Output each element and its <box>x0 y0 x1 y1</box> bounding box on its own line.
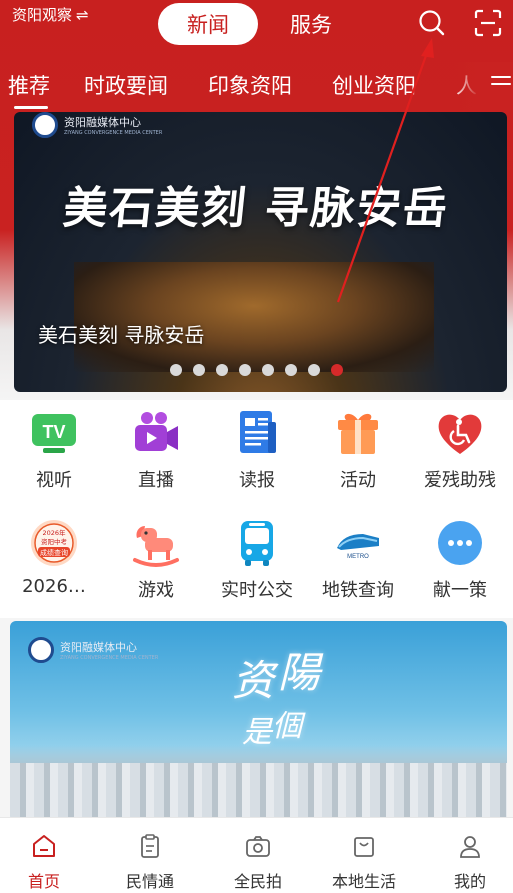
feature-card[interactable]: 资阳融媒体中心 ZIYANG CONVERGENCE MEDIA CENTER … <box>10 621 507 821</box>
accessibility-heart-icon <box>435 408 485 458</box>
banner-image <box>74 262 434 372</box>
tv-icon: TV <box>29 408 79 458</box>
grid-item-label: 爱残助残 <box>424 470 496 491</box>
nav-label: 民情通 <box>125 872 174 891</box>
grid-item-label: 活动 <box>340 470 376 491</box>
carousel-dot[interactable] <box>216 364 228 376</box>
feature-calligraphy-1: 资 <box>232 656 275 705</box>
top-bar: 资阳观察 ⇌ 新闻 服务 <box>0 0 513 58</box>
search-icon <box>419 10 445 36</box>
scan-icon <box>474 9 502 37</box>
nav-public-opinion[interactable]: 民情通 <box>100 818 200 893</box>
clipboard-icon <box>141 834 159 858</box>
grid-item-label: 读报 <box>239 470 275 491</box>
banner-logo: 资阳融媒体中心 ZIYANG CONVERGENCE MEDIA CENTER <box>32 112 162 138</box>
nav-local-life[interactable]: 本地生活 <box>314 818 414 893</box>
feature-logo-sub: ZIYANG CONVERGENCE MEDIA CENTER <box>60 655 159 661</box>
gift-icon <box>333 408 383 458</box>
grid-item-metro[interactable]: METRO 地铁查询 <box>308 510 408 615</box>
city-skyline-image <box>10 745 507 821</box>
grid-item-newspaper[interactable]: 读报 <box>207 400 307 505</box>
category-tab-recommend[interactable]: 推荐 <box>8 70 50 109</box>
grid-item-label: 实时公交 <box>221 580 293 601</box>
feature-logo-text: 资阳融媒体中心 <box>60 641 137 654</box>
grid-item-realtime-bus[interactable]: 实时公交 <box>207 510 307 615</box>
shopping-bag-icon <box>354 837 374 857</box>
banner-logo-sub: ZIYANG CONVERGENCE MEDIA CENTER <box>64 130 163 136</box>
svg-text:TV: TV <box>42 422 65 442</box>
metro-icon: METRO <box>333 518 383 568</box>
city-switcher[interactable]: 资阳观察 ⇌ <box>12 4 89 25</box>
rocking-horse-icon <box>131 518 181 568</box>
metro-badge-text: METRO <box>347 554 369 560</box>
grid-item-video[interactable]: TV 视听 <box>4 400 104 505</box>
grid-item-activity[interactable]: 活动 <box>308 400 408 505</box>
exam-badge-title: 资阳中考 <box>41 537 68 546</box>
banner-carousel[interactable]: 资阳融媒体中心 ZIYANG CONVERGENCE MEDIA CENTER … <box>14 112 507 392</box>
carousel-dot[interactable] <box>285 364 297 376</box>
grid-item-exam-score[interactable]: 2026年 资阳中考 成绩查询 2026… <box>4 510 104 615</box>
carousel-dot[interactable] <box>262 364 274 376</box>
nav-label: 本地生活 <box>331 872 396 891</box>
tab-news[interactable]: 新闻 <box>158 3 258 45</box>
channel-switch: 新闻 服务 <box>158 3 358 45</box>
category-tabs: 推荐 时政要闻 印象资阳 创业资阳 人 <box>0 62 513 110</box>
bus-icon <box>232 518 282 568</box>
more-categories-icon[interactable] <box>491 76 511 92</box>
carousel-dot[interactable] <box>239 364 251 376</box>
nav-label: 全民拍 <box>233 872 282 891</box>
home-icon <box>33 835 55 857</box>
grid-item-live[interactable]: 直播 <box>106 400 206 505</box>
grid-item-disability-aid[interactable]: 爱残助残 <box>410 400 510 505</box>
search-button[interactable] <box>417 8 447 38</box>
grid-item-suggestion[interactable]: 献一策 <box>410 510 510 615</box>
carousel-dot[interactable] <box>308 364 320 376</box>
nav-label: 我的 <box>453 872 486 891</box>
user-icon <box>460 836 480 858</box>
feature-logo: 资阳融媒体中心 ZIYANG CONVERGENCE MEDIA CENTER <box>28 637 158 663</box>
newspaper-icon <box>232 408 282 458</box>
nav-profile[interactable]: 我的 <box>420 818 513 893</box>
grid-item-label: 地铁查询 <box>322 580 394 601</box>
tab-services[interactable]: 服务 <box>266 3 356 45</box>
category-tab-impression[interactable]: 印象资阳 <box>208 70 292 100</box>
bottom-nav: 首页 民情通 全民拍 本地生活 我的 <box>0 817 513 893</box>
service-grid: TV 视听 直播 读报 活动 爱残助残 2026年 资阳中考 成绩查询 2026… <box>0 400 513 618</box>
app-header: 资阳观察 ⇌ 新闻 服务 推荐 时政要闻 印象资阳 创业资阳 人 <box>0 0 513 400</box>
chat-bubble-icon <box>435 518 485 568</box>
media-center-logo-icon <box>28 637 54 663</box>
category-tab-startup[interactable]: 创业资阳 <box>332 70 416 100</box>
banner-title: 美石美刻 寻脉安岳 <box>60 183 452 234</box>
grid-item-label: 献一策 <box>433 580 487 601</box>
grid-item-games[interactable]: 游戏 <box>106 510 206 615</box>
live-camera-icon <box>131 408 181 458</box>
swap-icon: ⇌ <box>76 5 89 24</box>
feature-calligraphy-4: 個 <box>272 709 302 744</box>
nav-citizen-photo[interactable]: 全民拍 <box>208 818 308 893</box>
nav-home[interactable]: 首页 <box>0 818 94 893</box>
camera-icon <box>246 836 270 857</box>
grid-item-label: 游戏 <box>138 580 174 601</box>
carousel-dot[interactable] <box>193 364 205 376</box>
exam-badge-year: 2026年 <box>42 528 66 537</box>
carousel-dots <box>170 364 343 376</box>
banner-caption: 美石美刻 寻脉安岳 <box>38 323 205 347</box>
city-label: 资阳观察 <box>12 6 73 24</box>
feature-calligraphy-2: 陽 <box>278 648 321 697</box>
scan-button[interactable] <box>473 8 503 38</box>
media-center-logo-icon <box>32 112 58 138</box>
grid-item-label: 直播 <box>138 470 174 491</box>
grid-item-label: 2026… <box>22 576 86 597</box>
carousel-dot-active[interactable] <box>331 364 343 376</box>
nav-label: 首页 <box>27 872 60 891</box>
grid-item-label: 视听 <box>36 470 72 491</box>
exam-badge-query: 成绩查询 <box>40 548 68 557</box>
carousel-dot[interactable] <box>170 364 182 376</box>
banner-logo-text: 资阳融媒体中心 <box>64 116 141 129</box>
category-tab-politics[interactable]: 时政要闻 <box>84 70 168 100</box>
exam-score-icon: 2026年 资阳中考 成绩查询 <box>29 518 79 568</box>
